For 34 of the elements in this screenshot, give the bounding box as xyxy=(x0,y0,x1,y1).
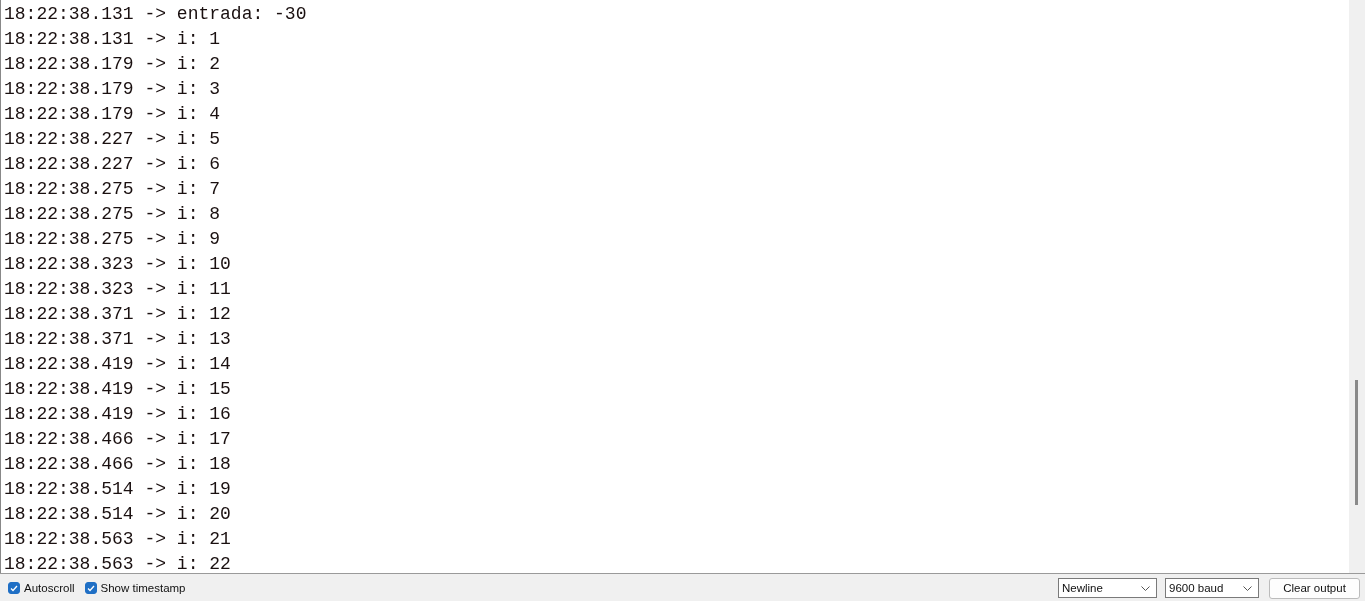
checkbox[interactable] xyxy=(84,582,97,594)
output-line: 18:22:38.514 -> i: 20 xyxy=(4,503,232,526)
output-line: 18:22:38.275 -> i: 7 xyxy=(4,178,222,201)
output-line: 18:22:38.323 -> i: 11 xyxy=(4,278,232,301)
output-line: 18:22:38.514 -> i: 19 xyxy=(4,478,232,501)
checkbox[interactable] xyxy=(8,582,20,594)
output-line: 18:22:38.227 -> i: 6 xyxy=(4,153,222,176)
output-line: 18:22:38.563 -> i: 21 xyxy=(4,528,232,551)
caret-icon xyxy=(1141,585,1150,591)
output-line: 18:22:38.419 -> i: 16 xyxy=(4,403,232,426)
output-line: 18:22:38.179 -> i: 2 xyxy=(4,53,222,76)
output-line: 18:22:38.323 -> i: 10 xyxy=(4,253,232,276)
clear-output-button[interactable]: Clear output xyxy=(1269,577,1360,599)
output-line: 18:22:38.419 -> i: 14 xyxy=(4,353,232,376)
checkbox-label: Show timestamp xyxy=(100,582,186,594)
output-line: 18:22:38.466 -> i: 17 xyxy=(4,428,232,451)
output-line: 18:22:38.227 -> i: 5 xyxy=(4,128,222,151)
output-line: 18:22:38.275 -> i: 9 xyxy=(4,228,222,251)
output-line: 18:22:38.179 -> i: 4 xyxy=(4,103,222,126)
output-line: 18:22:38.179 -> i: 3 xyxy=(4,78,222,101)
scrollbar[interactable] xyxy=(1349,0,1365,573)
line-ending-dropdown[interactable]: Newline xyxy=(1058,578,1157,598)
output-line: 18:22:38.275 -> i: 8 xyxy=(4,203,222,226)
baud-rate-dropdown[interactable]: 9600 baud xyxy=(1165,578,1259,598)
output-line: 18:22:38.466 -> i: 18 xyxy=(4,453,232,476)
output-line: 18:22:38.371 -> i: 12 xyxy=(4,303,232,326)
output-line: 18:22:38.563 -> i: 22 xyxy=(4,553,232,573)
caret-icon xyxy=(1243,585,1252,591)
scrollbar-thumb[interactable] xyxy=(1355,380,1358,505)
checkbox-label: Autoscroll xyxy=(24,582,75,594)
output-line: 18:22:38.131 -> entrada: -30 xyxy=(4,3,308,26)
output-line: 18:22:38.371 -> i: 13 xyxy=(4,328,232,351)
output-line: 18:22:38.419 -> i: 15 xyxy=(4,378,232,401)
output-line: 18:22:38.131 -> i: 1 xyxy=(4,28,222,51)
